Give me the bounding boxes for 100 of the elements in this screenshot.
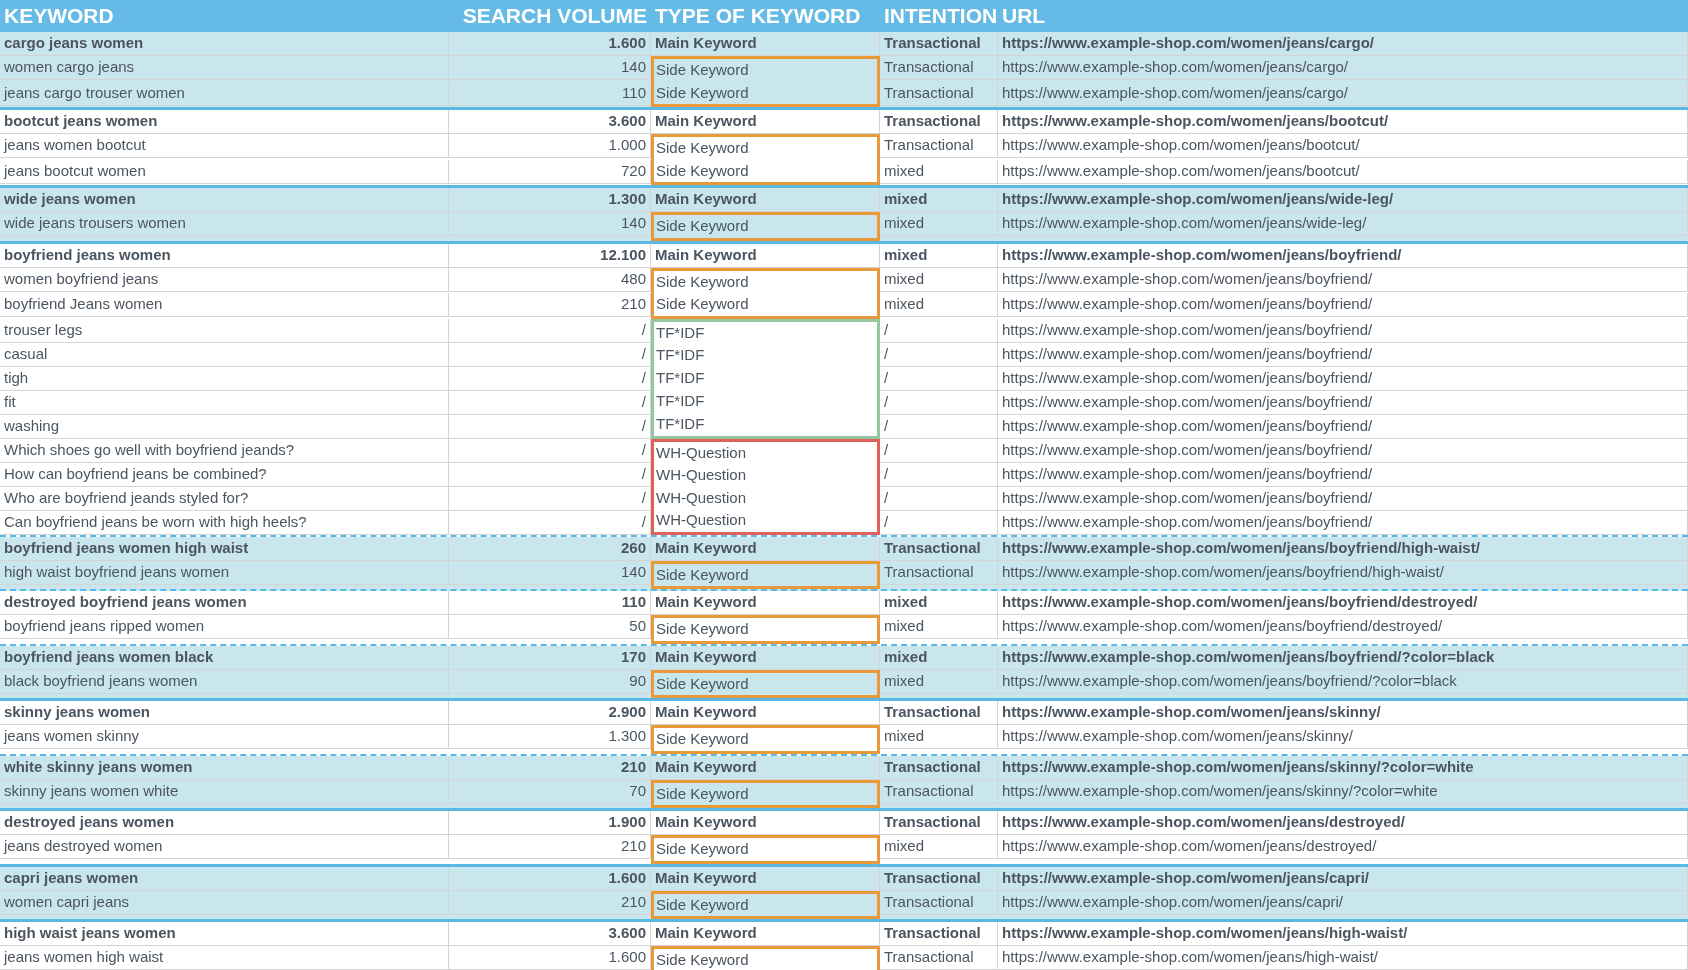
type-cell-text: TF*IDF <box>655 391 706 412</box>
intention-cell: Transactional <box>880 755 998 780</box>
volume-cell: 50 <box>449 615 651 639</box>
url-cell: https://www.example-shop.com/women/jeans/boyfriend/destroyed/ <box>998 615 1688 639</box>
url-cell: https://www.example-shop.com/women/jeans/boyfriend/?color=black <box>998 669 1688 694</box>
volume-cell: 260 <box>449 536 651 561</box>
type-cell: Main Keyword <box>651 645 880 670</box>
intention-cell: / <box>880 462 998 487</box>
type-cell: Main Keyword <box>651 811 880 835</box>
keyword-cell: high waist boyfriend jeans women <box>0 560 449 585</box>
url-cell: https://www.example-shop.com/women/jeans/boyfriend/ <box>998 510 1688 535</box>
intention-cell: Transactional <box>880 56 998 80</box>
url-cell: https://www.example-shop.com/women/jeans/capri/ <box>998 866 1688 891</box>
type-cell-text: TF*IDF <box>655 345 706 366</box>
url-cell: https://www.example-shop.com/women/jeans/boyfriend/destroyed/ <box>998 591 1688 615</box>
type-cell: Main Keyword <box>651 243 880 268</box>
keyword-cell: women boyfriend jeans <box>0 267 449 292</box>
volume-cell: 110 <box>449 81 651 106</box>
keyword-cell: boyfriend jeans ripped women <box>0 615 449 639</box>
url-cell: https://www.example-shop.com/women/jeans/high-waist/ <box>998 922 1688 946</box>
intention-cell: Transactional <box>880 110 998 134</box>
url-cell: https://www.example-shop.com/women/jeans/boyfriend/ <box>998 462 1688 487</box>
type-cell-text: Side Keyword <box>655 60 750 80</box>
keyword-cell: skinny jeans women <box>0 701 449 725</box>
volume-cell: 210 <box>449 835 651 859</box>
keyword-cell: high waist jeans women <box>0 922 449 946</box>
keyword-cell: boyfriend jeans women high waist <box>0 536 449 561</box>
intention-cell: mixed <box>880 243 998 268</box>
keyword-cell: jeans cargo trouser women <box>0 81 449 106</box>
volume-cell: / <box>449 438 651 463</box>
url-cell: https://www.example-shop.com/women/jeans/skinny/?color=white <box>998 779 1688 804</box>
volume-cell: 2.900 <box>449 701 651 725</box>
keyword-cell: wide jeans women <box>0 188 449 212</box>
volume-cell: 140 <box>449 560 651 585</box>
keyword-cell: casual <box>0 342 449 367</box>
volume-cell: / <box>449 486 651 511</box>
keyword-cell: jeans destroyed women <box>0 835 449 859</box>
type-cell-text: Side Keyword <box>655 729 750 749</box>
volume-cell: 480 <box>449 267 651 292</box>
keyword-cell: capri jeans women <box>0 866 449 891</box>
volume-cell: 210 <box>449 755 651 780</box>
intention-cell: / <box>880 414 998 439</box>
type-cell: Main Keyword <box>651 701 880 725</box>
type-cell-text: Side Keyword <box>655 619 750 639</box>
url-cell: https://www.example-shop.com/women/jeans/boyfriend/ <box>998 438 1688 463</box>
type-cell-text: Side Keyword <box>655 673 750 694</box>
column-header: SEARCH VOLUME <box>461 3 648 30</box>
type-cell-text: WH-Question <box>655 465 748 485</box>
intention-cell: mixed <box>880 835 998 859</box>
url-cell: https://www.example-shop.com/women/jeans/capri/ <box>998 890 1688 915</box>
volume-cell: 3.600 <box>449 922 651 946</box>
volume-cell: 140 <box>449 56 651 80</box>
url-cell: https://www.example-shop.com/women/jeans/boyfriend/ <box>998 267 1688 292</box>
url-cell: https://www.example-shop.com/women/jeans/boyfriend/?color=black <box>998 645 1688 670</box>
column-header: INTENTION <box>883 3 998 30</box>
type-cell-text: Side Keyword <box>655 160 750 181</box>
intention-cell: / <box>880 510 998 535</box>
intention-cell: Transactional <box>880 890 998 915</box>
keyword-cell: Who are boyfriend jeands styled for? <box>0 486 449 511</box>
volume-cell: / <box>449 318 651 343</box>
type-cell-text: Side Keyword <box>655 294 750 314</box>
url-cell: https://www.example-shop.com/women/jeans/destroyed/ <box>998 835 1688 859</box>
intention-cell: Transactional <box>880 946 998 970</box>
intention-cell: mixed <box>880 212 998 236</box>
type-cell-text: Side Keyword <box>655 138 750 158</box>
type-cell-text: Side Keyword <box>655 564 750 585</box>
type-cell: Main Keyword <box>651 110 880 134</box>
type-cell-text: TF*IDF <box>655 413 706 434</box>
url-cell: https://www.example-shop.com/women/jeans/bootcut/ <box>998 134 1688 158</box>
type-cell-text: WH-Question <box>655 442 748 463</box>
type-cell-text: Side Keyword <box>655 783 750 804</box>
keyword-cell: How can boyfriend jeans be combined? <box>0 462 449 487</box>
url-cell: https://www.example-shop.com/women/jeans/skinny/ <box>998 725 1688 749</box>
volume-cell: / <box>449 366 651 391</box>
keyword-cell: jeans bootcut women <box>0 159 449 184</box>
intention-cell: Transactional <box>880 134 998 158</box>
keyword-cell: Can boyfriend jeans be worn with high heels? <box>0 510 449 535</box>
type-cell: Main Keyword <box>651 591 880 615</box>
keyword-cell: washing <box>0 414 449 439</box>
intention-cell: / <box>880 366 998 391</box>
keyword-cell: skinny jeans women white <box>0 779 449 804</box>
keyword-cell: cargo jeans women <box>0 32 449 56</box>
url-cell: https://www.example-shop.com/women/jeans/boyfriend/high-waist/ <box>998 560 1688 585</box>
intention-cell: Transactional <box>880 81 998 106</box>
keyword-cell: destroyed jeans women <box>0 811 449 835</box>
column-header: TYPE OF KEYWORD <box>654 3 862 30</box>
url-cell: https://www.example-shop.com/women/jeans/skinny/ <box>998 701 1688 725</box>
type-cell-text: Side Keyword <box>655 839 750 859</box>
intention-cell: Transactional <box>880 560 998 585</box>
intention-cell: mixed <box>880 293 998 317</box>
volume-cell: 1.000 <box>449 134 651 158</box>
volume-cell: 90 <box>449 669 651 694</box>
type-cell-text: WH-Question <box>655 487 748 508</box>
url-cell: https://www.example-shop.com/women/jeans/destroyed/ <box>998 811 1688 835</box>
type-cell: Main Keyword <box>651 755 880 780</box>
intention-cell: Transactional <box>880 779 998 804</box>
volume-cell: / <box>449 414 651 439</box>
volume-cell: 210 <box>449 293 651 317</box>
intention-cell: Transactional <box>880 866 998 891</box>
intention-cell: mixed <box>880 615 998 639</box>
